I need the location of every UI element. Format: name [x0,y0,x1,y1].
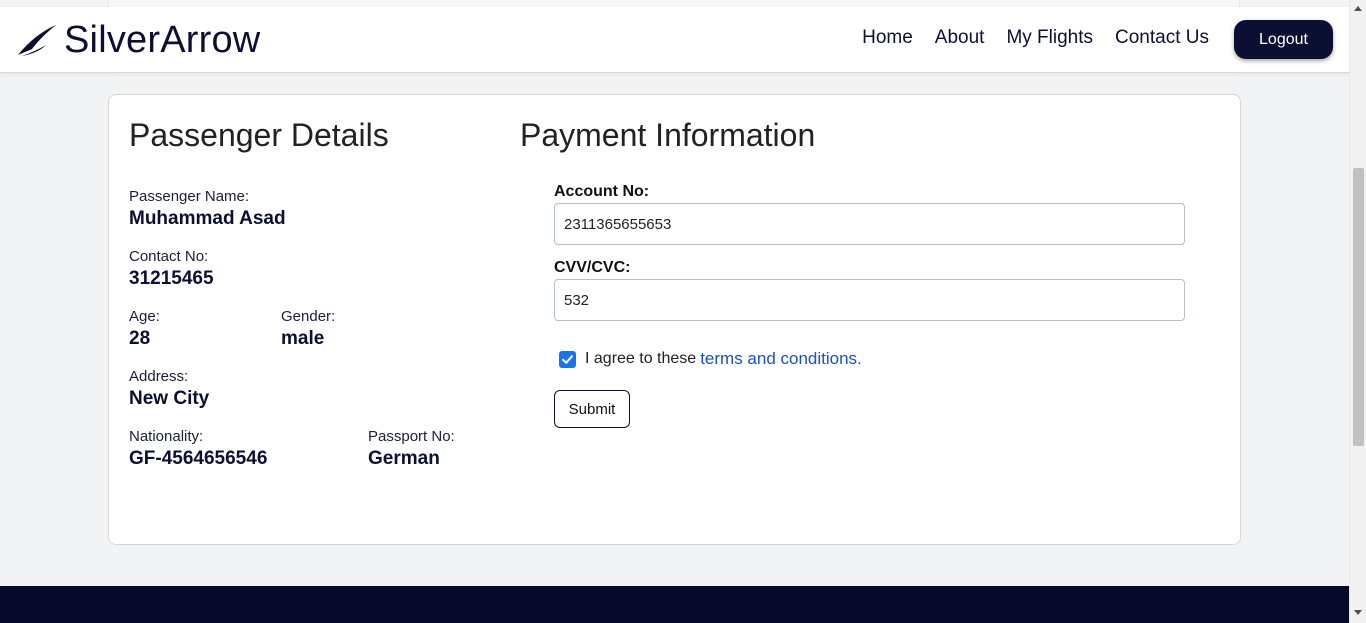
brand-logo[interactable]: SilverArrow [16,17,260,63]
account-no-input[interactable] [554,203,1185,245]
age-label: Age: [129,308,160,325]
nav-home-link[interactable]: Home [862,27,913,49]
footer [0,586,1349,623]
agree-text: I agree to these [585,350,697,367]
passenger-name-label: Passenger Name: [129,188,250,205]
booking-details-card: Passenger Details Passenger Name: Muhamm… [108,94,1241,545]
payment-information-title: Payment Information [520,117,816,153]
gender-value: male [281,328,325,349]
contact-no-value: 31215465 [129,268,214,289]
submit-button[interactable]: Submit [554,390,630,428]
contact-no-label: Contact No: [129,248,209,265]
passenger-name-value: Muhammad Asad [129,208,286,229]
nav-links: Home About My Flights Contact Us [862,27,1209,49]
brand-name: SilverArrow [64,18,261,61]
nationality-label: Nationality: [129,428,204,445]
checkmark-icon [562,354,573,364]
logout-button[interactable]: Logout [1234,20,1333,59]
scroll-down-arrow-icon[interactable] [1354,610,1362,615]
terms-and-conditions-link[interactable]: terms and conditions. [700,349,862,369]
address-value: New City [129,388,210,409]
terms-agreement-row: I agree to these terms and conditions. [559,349,862,369]
passenger-details-title: Passenger Details [129,117,389,153]
navbar: SilverArrow Home About My Flights Contac… [0,7,1349,73]
cvv-label: CVV/CVC: [554,259,631,276]
address-label: Address: [129,368,189,385]
arrow-wing-icon [18,25,56,56]
passport-no-value: German [368,448,440,469]
passport-no-label: Passport No: [368,428,455,445]
gender-label: Gender: [281,308,336,325]
account-no-label: Account No: [554,183,650,200]
nav-my-flights-link[interactable]: My Flights [1006,27,1093,49]
terms-checkbox[interactable] [559,350,576,368]
scrollbar-thumb[interactable] [1353,168,1364,446]
age-value: 28 [129,328,151,349]
cvv-input[interactable] [554,279,1185,321]
nationality-value: GF-4564656546 [129,448,268,469]
nav-about-link[interactable]: About [935,27,985,49]
nav-contact-us-link[interactable]: Contact Us [1115,27,1209,49]
page-scrollbar[interactable] [1349,0,1366,623]
scroll-up-arrow-icon[interactable] [1354,6,1362,11]
